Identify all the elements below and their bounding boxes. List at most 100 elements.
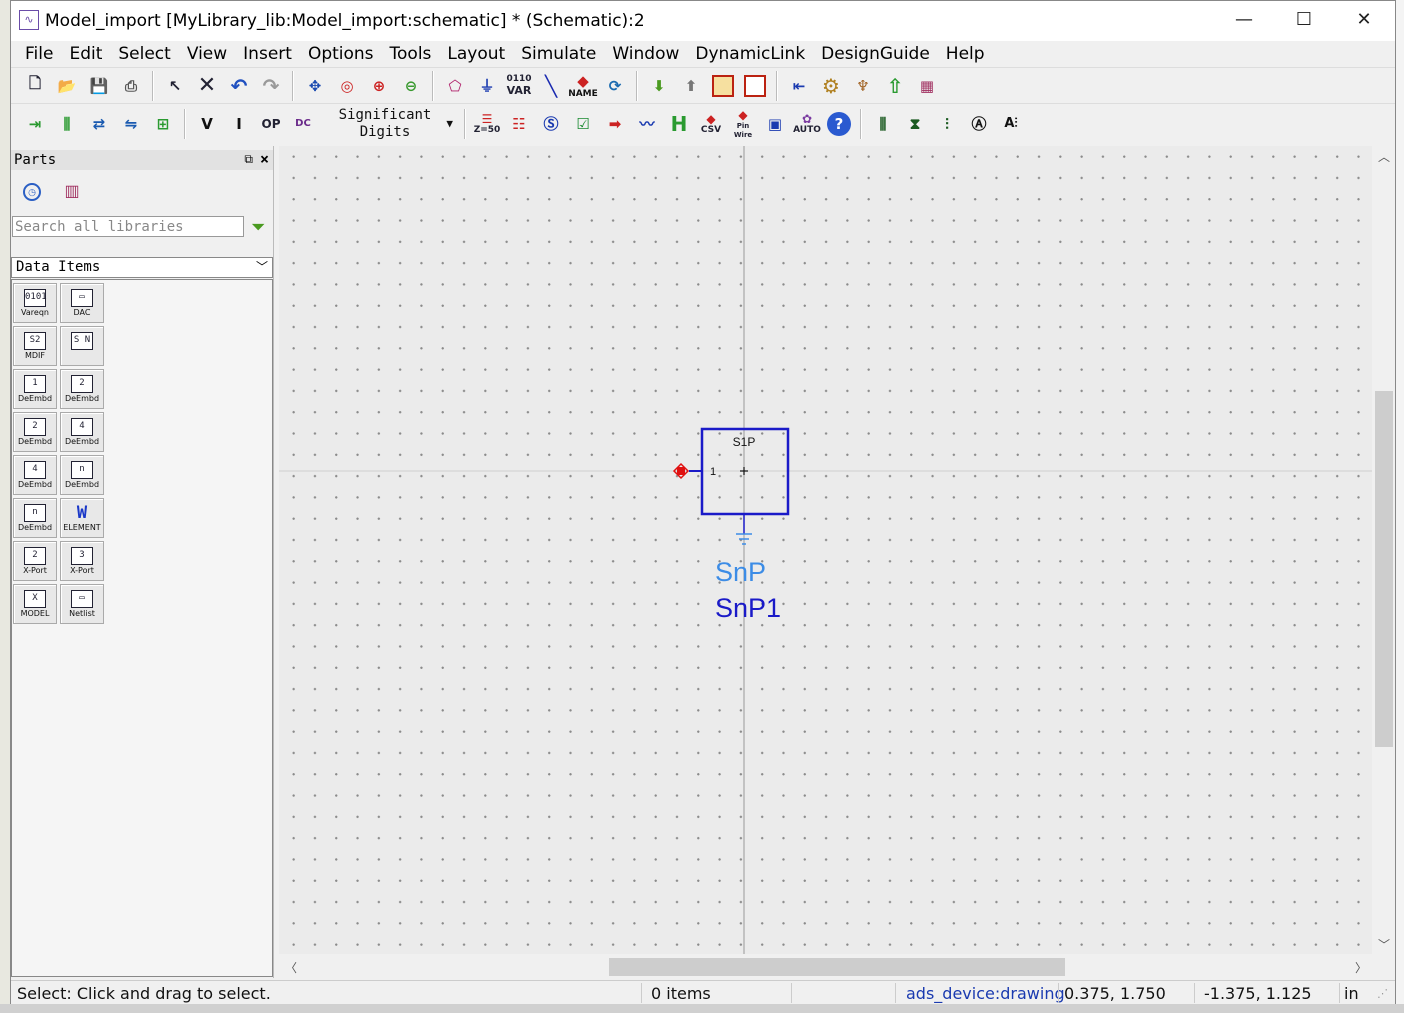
float-panel-icon[interactable]: ⧉	[244, 152, 253, 167]
delete-icon[interactable]: ✕	[192, 71, 222, 101]
zoom-out-icon[interactable]: ⊖	[396, 71, 426, 101]
name-icon[interactable]: ◆ NAME	[568, 71, 598, 101]
palette-item[interactable]: 3 X-Port	[60, 541, 104, 581]
menu-view[interactable]: View	[179, 42, 235, 66]
auto-icon[interactable]: ✿ AUTO	[792, 109, 822, 139]
wire-icon[interactable]: ╲	[536, 71, 566, 101]
pop-out-icon[interactable]: ⬆	[676, 71, 706, 101]
var-icon[interactable]: 0110 VAR	[504, 71, 534, 101]
palette-item[interactable]: 4 DeEmbd	[13, 455, 57, 495]
menu-window[interactable]: Window	[604, 42, 687, 66]
menu-designguide[interactable]: DesignGuide	[813, 42, 938, 66]
palette-item[interactable]: 4 DeEmbd	[60, 412, 104, 452]
h-param-icon[interactable]: H	[664, 109, 694, 139]
menu-tools[interactable]: Tools	[382, 42, 440, 66]
check-icon[interactable]: ☑	[568, 109, 598, 139]
vertical-scroll-thumb[interactable]	[1375, 391, 1393, 747]
filter-icon[interactable]: ⏷	[251, 216, 265, 238]
menu-file[interactable]: File	[17, 42, 61, 66]
move-icon[interactable]: ✥	[300, 71, 330, 101]
menu-help[interactable]: Help	[938, 42, 993, 66]
scroll-up-icon[interactable]: ︿	[1378, 148, 1390, 165]
distribute-icon[interactable]: ⫼	[52, 109, 82, 139]
scroll-right-icon[interactable]: 〉	[1355, 959, 1367, 976]
csv-icon[interactable]: ◆ CSV	[696, 109, 726, 139]
mirror-icon[interactable]: ⇋	[116, 109, 146, 139]
instance-type-label[interactable]: SnP	[715, 557, 766, 587]
maximize-button[interactable]: ☐	[1275, 1, 1333, 39]
bus-icon-1[interactable]: ⫼	[868, 109, 898, 139]
print-icon[interactable]: ⎙	[116, 71, 146, 101]
palette-item[interactable]: n DeEmbd	[60, 455, 104, 495]
palette-item[interactable]: n DeEmbd	[13, 498, 57, 538]
settings-gear-icon[interactable]: ⚙	[816, 71, 846, 101]
menu-dynamiclink[interactable]: DynamicLink	[687, 42, 813, 66]
palette-item[interactable]: 2 DeEmbd	[13, 412, 57, 452]
current-probe-icon[interactable]: I	[224, 109, 254, 139]
palette-item[interactable]: 2 DeEmbd	[60, 369, 104, 409]
component-box-icon[interactable]: ▣	[760, 109, 790, 139]
waveform-icon[interactable]: 〰	[632, 109, 662, 139]
align-left-icon[interactable]: ⇥	[20, 109, 50, 139]
text-a-icon[interactable]: Ⓐ	[964, 109, 994, 139]
port-icon[interactable]: ⬠	[440, 71, 470, 101]
instance-name-label[interactable]: SnP1	[715, 593, 781, 623]
z50-icon[interactable]: ☰ Z=50	[472, 109, 502, 139]
horizontal-scrollbar[interactable]: 〈 〉	[279, 954, 1372, 980]
text-aa-icon[interactable]: A⫶	[996, 109, 1026, 139]
open-folder-icon[interactable]: 📂	[52, 71, 82, 101]
simulate-icon[interactable]: ⇧	[880, 71, 910, 101]
palette-item[interactable]: X MODEL	[13, 584, 57, 624]
short-icon[interactable]	[740, 71, 770, 101]
schematic-canvas[interactable]: S1P 1 SnP SnP1	[279, 146, 1372, 954]
significant-digits-dropdown[interactable]: Significant Digits ▼	[319, 106, 459, 142]
libraries-icon[interactable]: ▥	[63, 183, 81, 201]
dc-annotate-icon[interactable]: DC	[288, 109, 318, 139]
ground-icon[interactable]: ⏚	[472, 71, 502, 101]
redo-icon[interactable]: ↷	[256, 71, 286, 101]
menu-select[interactable]: Select	[110, 42, 178, 66]
help-icon[interactable]: ?	[824, 109, 854, 139]
bus-icon-3[interactable]: ⫶	[932, 109, 962, 139]
netlist-icon[interactable]: ⇤	[784, 71, 814, 101]
push-into-icon[interactable]: ⬇	[644, 71, 674, 101]
horizontal-scroll-thumb[interactable]	[609, 958, 1065, 976]
new-file-icon[interactable]: 🗋	[20, 71, 50, 101]
menu-simulate[interactable]: Simulate	[513, 42, 604, 66]
palette-item[interactable]: ▭ Netlist	[60, 584, 104, 624]
scroll-down-icon[interactable]: ﹀	[1378, 936, 1390, 953]
swap-icon[interactable]: ⇄	[84, 109, 114, 139]
menu-layout[interactable]: Layout	[439, 42, 513, 66]
tuning-icon[interactable]: ♆	[848, 71, 878, 101]
minimize-button[interactable]: —	[1215, 1, 1273, 39]
s-param-icon[interactable]: Ⓢ	[536, 109, 566, 139]
deactivate-icon[interactable]	[708, 71, 738, 101]
rotate-icon[interactable]: ⟳	[600, 71, 630, 101]
resize-grip-icon[interactable]: ⋰	[1377, 987, 1388, 1000]
palette-item[interactable]: W ELEMENT	[60, 498, 104, 538]
palette-item[interactable]: 0101 Vareqn	[13, 283, 57, 323]
palette-item[interactable]: ▭ DAC	[60, 283, 104, 323]
op-point-icon[interactable]: OP	[256, 109, 286, 139]
palette-item[interactable]: S N	[60, 326, 104, 366]
vertical-scrollbar[interactable]: ︿ ﹀	[1373, 146, 1395, 954]
voltage-probe-icon[interactable]: V	[192, 109, 222, 139]
pin-wire-icon[interactable]: ◆ Pin Wire	[728, 108, 758, 139]
library-select[interactable]: Data Items ﹀	[11, 257, 273, 278]
line-calc-icon[interactable]: ☷	[504, 109, 534, 139]
export-icon[interactable]: ➡	[600, 109, 630, 139]
close-button[interactable]: ✕	[1335, 1, 1393, 39]
palette-item[interactable]: 2 X-Port	[13, 541, 57, 581]
palette-item[interactable]: S2 MDIF	[13, 326, 57, 366]
data-display-icon[interactable]: ▦	[912, 71, 942, 101]
align-icon[interactable]: ⊞	[148, 109, 178, 139]
zoom-area-icon[interactable]: ◎	[332, 71, 362, 101]
close-panel-icon[interactable]: ×	[260, 150, 269, 168]
search-input[interactable]	[12, 216, 244, 237]
menu-edit[interactable]: Edit	[61, 42, 110, 66]
recent-clock-icon[interactable]: ◷	[23, 183, 41, 201]
palette-item[interactable]: 1 DeEmbd	[13, 369, 57, 409]
save-icon[interactable]: 💾	[84, 71, 114, 101]
bus-icon-2[interactable]: ⧗	[900, 109, 930, 139]
menu-insert[interactable]: Insert	[235, 42, 300, 66]
